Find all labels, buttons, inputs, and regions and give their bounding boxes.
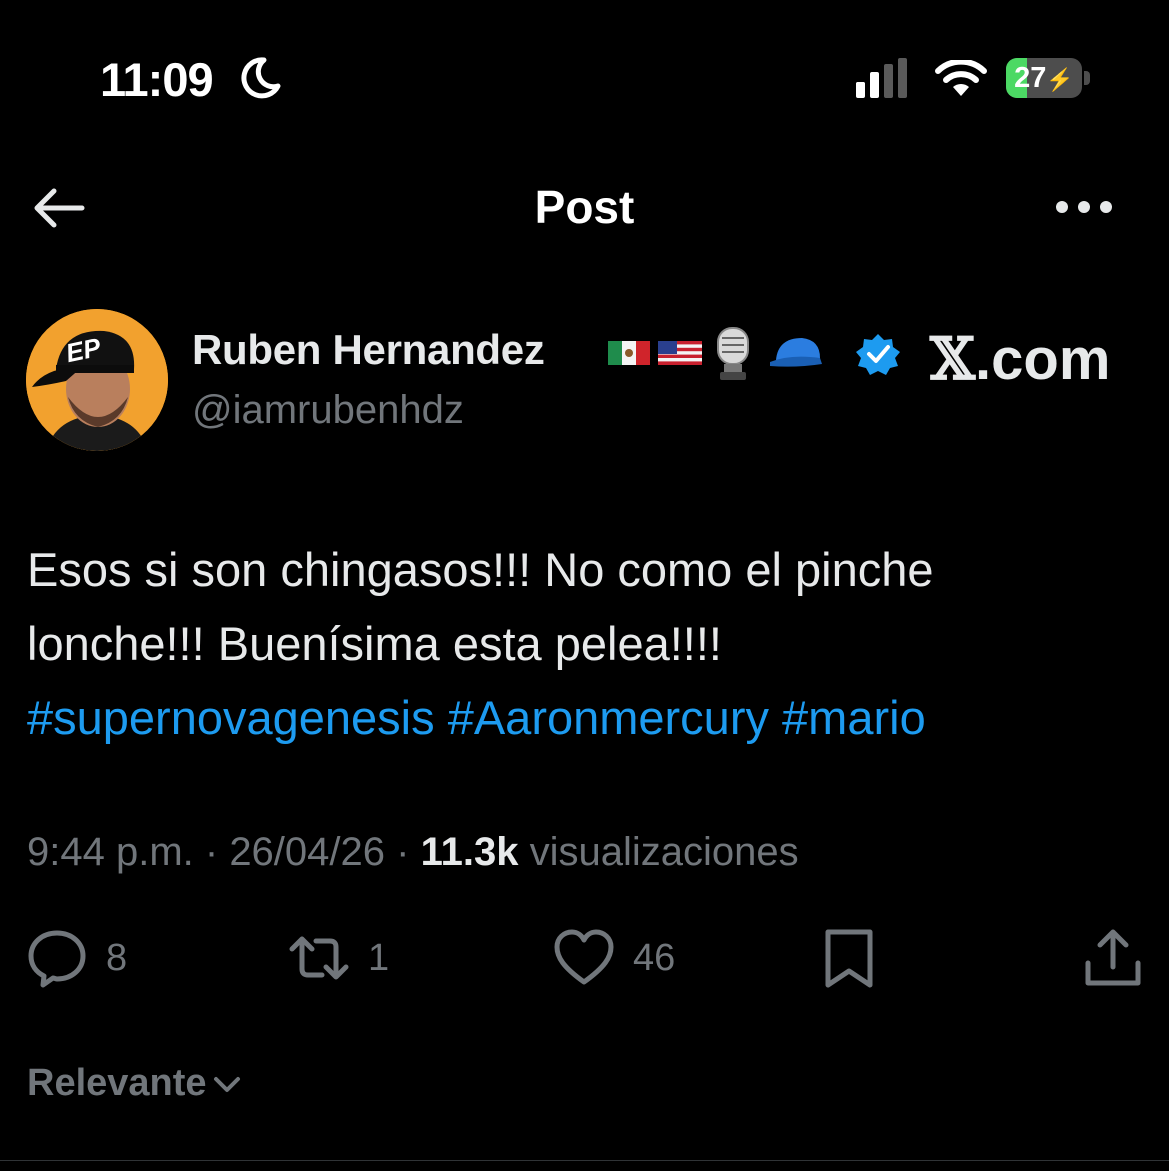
tweet-date: 26/04/26 [229,830,386,874]
usa-flag-icon [658,341,702,365]
battery-percent: 27⚡ [1006,58,1082,98]
tweet-hashtags: #supernovagenesis #Aaronmercury #mario [27,681,1147,755]
sort-replies-dropdown[interactable]: Relevante [27,1062,241,1105]
cellular-signal-icon [856,58,907,98]
moon-icon [241,57,281,99]
repost-button[interactable]: 1 [288,926,389,990]
like-button[interactable]: 46 [553,926,675,990]
microphone-icon [717,327,749,380]
tweet-meta: 9:44 p.m. · 26/04/26 · 11.3k visualizaci… [27,830,799,875]
share-icon [1085,929,1141,986]
views-label: visualizaciones [518,830,799,874]
repost-count: 1 [368,936,390,979]
tweet-line-2: lonche!!! Buenísima esta pelea!!!! [27,617,722,670]
x-com-watermark: 𝕏.com [930,325,1110,393]
page-title: Post [534,181,635,233]
battery-cap [1084,71,1090,85]
avatar-portrait [26,309,168,451]
battery-icon: 27⚡ [1006,58,1092,100]
blue-cap-icon [770,338,822,367]
heart-icon [554,929,614,985]
like-count: 46 [633,936,676,979]
watermark-domain: .com [975,327,1111,392]
battery-percent-text: 27 [1014,62,1047,94]
meta-separator: · [385,830,421,874]
reply-icon [28,930,86,988]
wifi-icon [935,60,987,96]
bookmark-icon [825,929,873,988]
bookmark-button[interactable] [818,926,880,990]
view-count[interactable]: 11.3k [421,830,519,874]
verified-badge-icon [856,334,900,375]
x-logo-letter: 𝕏 [930,325,976,393]
tweet-time: 9:44 p.m. [27,830,194,874]
reply-button[interactable]: 8 [26,926,127,990]
repost-icon [289,936,349,980]
hashtag-link[interactable]: #supernovagenesis [27,691,435,744]
avatar[interactable]: EP [26,309,168,451]
author-handle[interactable]: @iamrubenhdz [192,388,464,433]
charging-bolt-icon: ⚡ [1046,67,1074,92]
author-badges [608,327,900,380]
sort-label: Relevante [27,1062,207,1104]
reply-count: 8 [106,936,128,979]
author-name[interactable]: Ruben Hernandez [192,326,545,374]
more-options-icon[interactable] [1052,192,1116,222]
tweet-line-1: Esos si son chingasos!!! No como el pinc… [27,543,934,596]
divider [0,1160,1169,1161]
meta-separator: · [193,830,230,874]
mexico-flag-icon [608,341,650,365]
chevron-down-icon [213,1076,240,1092]
hashtag-link[interactable]: #Aaronmercury [448,691,769,744]
hashtag-link[interactable]: #mario [782,691,926,744]
status-time: 11:09 [100,53,214,106]
tweet-text: Esos si son chingasos!!! No como el pinc… [27,533,1147,755]
share-button[interactable] [1082,926,1144,990]
